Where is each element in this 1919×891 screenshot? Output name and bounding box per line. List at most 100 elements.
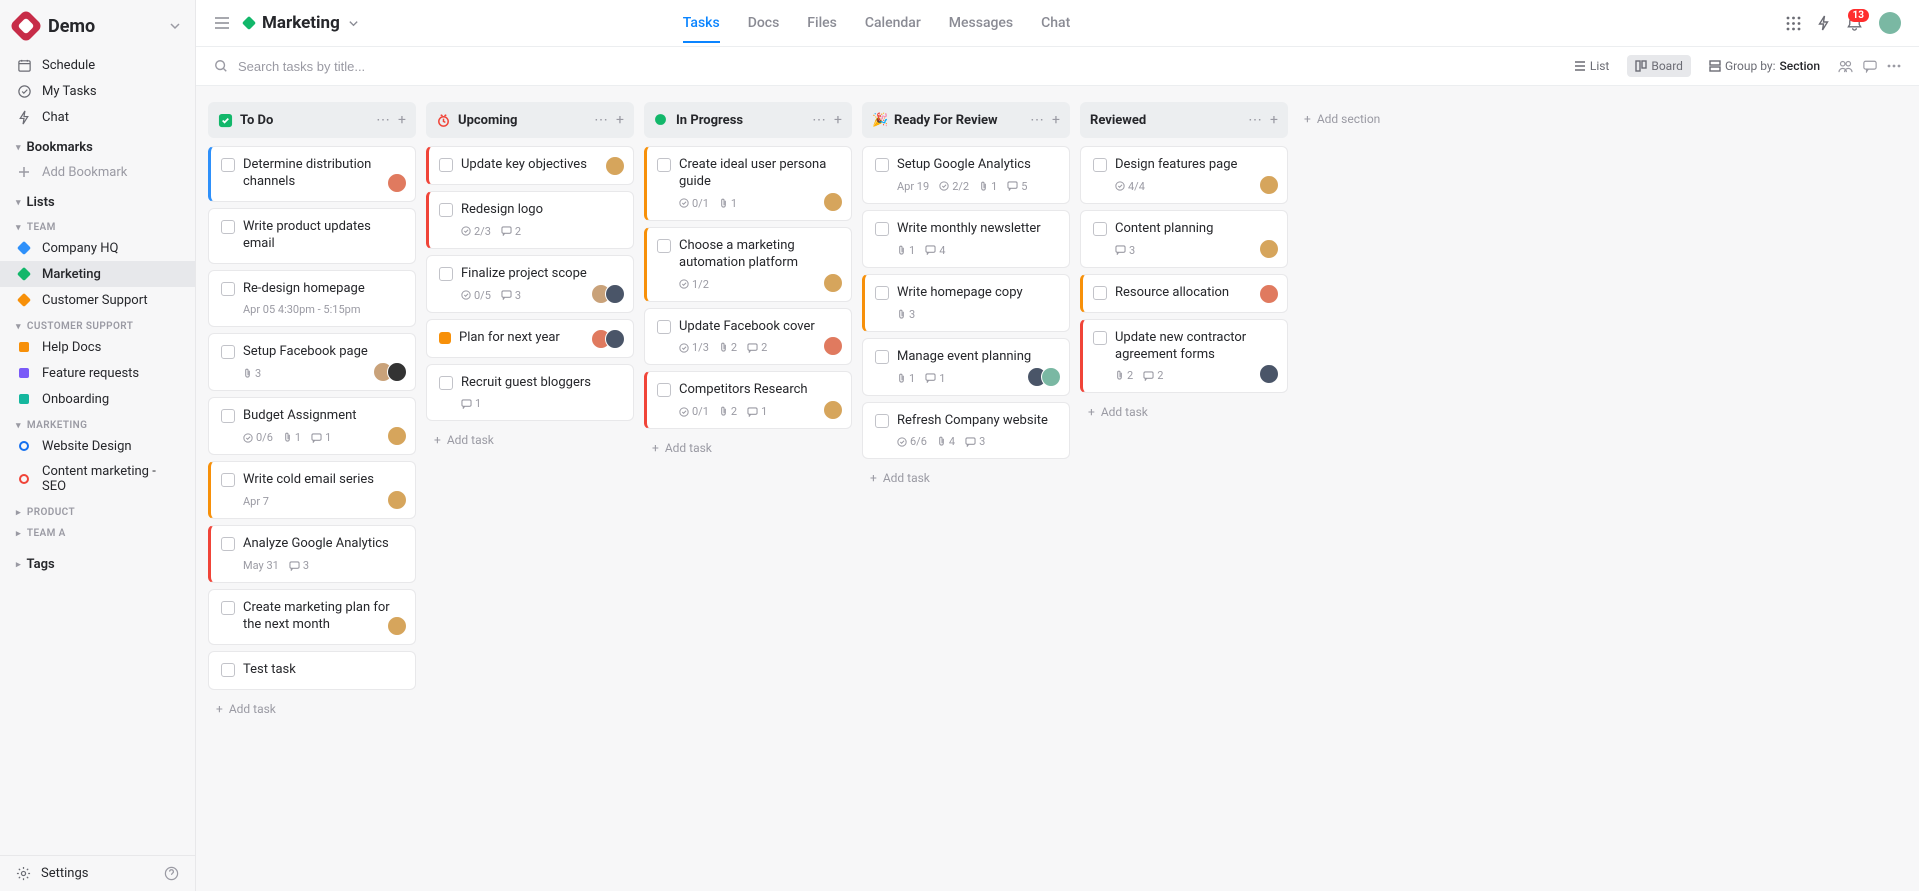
assignee-avatar[interactable] xyxy=(387,173,407,193)
assignee-avatar[interactable] xyxy=(605,156,625,176)
add-task-button[interactable]: +Add task xyxy=(1080,399,1288,425)
bookmarks-section[interactable]: ▾Bookmarks xyxy=(0,130,195,159)
chat-icon[interactable] xyxy=(1863,60,1877,73)
tab-calendar[interactable]: Calendar xyxy=(865,3,921,43)
sidebar-list-item[interactable]: Company HQ xyxy=(0,235,195,261)
task-card[interactable]: Create ideal user persona guide0/11 xyxy=(644,146,852,221)
task-checkbox[interactable] xyxy=(221,220,235,234)
workspace-switcher[interactable]: Demo xyxy=(0,0,195,48)
assignee-avatar[interactable] xyxy=(387,616,407,636)
task-card[interactable]: Write cold email seriesApr 7 xyxy=(208,461,416,519)
user-avatar[interactable] xyxy=(1879,12,1901,34)
assignee-avatar[interactable] xyxy=(1259,364,1279,384)
task-checkbox[interactable] xyxy=(875,414,889,428)
sidebar-list-item[interactable]: Customer Support xyxy=(0,287,195,313)
task-checkbox[interactable] xyxy=(657,158,671,172)
assignee-avatar[interactable] xyxy=(605,329,625,349)
task-card[interactable]: Setup Facebook page3 xyxy=(208,333,416,391)
task-card[interactable]: Redesign logo2/32 xyxy=(426,191,634,249)
bolt-icon[interactable] xyxy=(1817,15,1830,31)
sidebar-list-item[interactable]: Website Design xyxy=(0,433,195,459)
view-board-button[interactable]: Board xyxy=(1627,55,1691,77)
lists-section[interactable]: ▾Lists xyxy=(0,185,195,214)
column-more-icon[interactable]: ⋯ xyxy=(1248,112,1262,128)
task-checkbox[interactable] xyxy=(657,383,671,397)
sidebar-group[interactable]: ▾TEAM xyxy=(0,214,195,235)
sidebar-group[interactable]: ▾CUSTOMER SUPPORT xyxy=(0,313,195,334)
column-add-icon[interactable]: + xyxy=(616,112,624,128)
task-card[interactable]: Update key objectives xyxy=(426,146,634,185)
task-checkbox[interactable] xyxy=(221,537,235,551)
task-card[interactable]: Write monthly newsletter14 xyxy=(862,210,1070,268)
sidebar-group[interactable]: ▸PRODUCT xyxy=(0,499,195,520)
task-checkbox[interactable] xyxy=(221,473,235,487)
task-card[interactable]: Determine distribution channels xyxy=(208,146,416,202)
task-card[interactable]: Plan for next year xyxy=(426,319,634,358)
sidebar-list-item[interactable]: Feature requests xyxy=(0,360,195,386)
task-checkbox[interactable] xyxy=(1093,158,1107,172)
members-icon[interactable] xyxy=(1838,60,1853,73)
task-card[interactable]: Finalize project scope0/53 xyxy=(426,255,634,313)
assignee-avatar[interactable] xyxy=(1259,239,1279,259)
task-checkbox[interactable] xyxy=(221,158,235,172)
column-header[interactable]: 🎉Ready For Review⋯+ xyxy=(862,102,1070,138)
column-header[interactable]: In Progress⋯+ xyxy=(644,102,852,138)
sidebar-list-item[interactable]: Help Docs xyxy=(0,334,195,360)
help-icon[interactable] xyxy=(164,866,179,881)
add-task-button[interactable]: +Add task xyxy=(208,696,416,722)
assignee-avatar[interactable] xyxy=(1259,284,1279,304)
task-checkbox[interactable] xyxy=(439,267,453,281)
task-checkbox[interactable] xyxy=(875,350,889,364)
project-selector[interactable]: Marketing xyxy=(244,13,359,33)
tab-messages[interactable]: Messages xyxy=(949,3,1013,43)
column-more-icon[interactable]: ⋯ xyxy=(376,112,390,128)
task-card[interactable]: Refresh Company website6/643 xyxy=(862,402,1070,460)
task-checkbox[interactable] xyxy=(1093,331,1107,345)
add-section-button[interactable]: +Add section xyxy=(1298,102,1386,126)
task-checkbox[interactable] xyxy=(221,345,235,359)
sidebar-nav-chat[interactable]: Chat xyxy=(0,104,195,130)
sidebar-nav-my tasks[interactable]: My Tasks xyxy=(0,78,195,104)
groupby-button[interactable]: Group by: Section xyxy=(1701,55,1828,77)
task-card[interactable]: Content planning3 xyxy=(1080,210,1288,268)
column-header[interactable]: Upcoming⋯+ xyxy=(426,102,634,138)
assignee-avatar[interactable] xyxy=(823,192,843,212)
tab-chat[interactable]: Chat xyxy=(1041,3,1070,43)
column-more-icon[interactable]: ⋯ xyxy=(812,112,826,128)
task-card[interactable]: Write product updates email xyxy=(208,208,416,264)
task-card[interactable]: Setup Google AnalyticsApr 192/215 xyxy=(862,146,1070,204)
view-list-button[interactable]: List xyxy=(1566,55,1618,77)
sidebar-group[interactable]: ▾MARKETING xyxy=(0,412,195,433)
assignee-avatar[interactable] xyxy=(823,400,843,420)
assignee-avatar[interactable] xyxy=(1259,175,1279,195)
task-card[interactable]: Analyze Google AnalyticsMay 313 xyxy=(208,525,416,583)
settings-link[interactable]: Settings xyxy=(41,866,88,881)
task-checkbox[interactable] xyxy=(875,222,889,236)
notifications-button[interactable]: 13 xyxy=(1846,15,1863,32)
task-checkbox[interactable] xyxy=(1093,222,1107,236)
task-card[interactable]: Update Facebook cover1/322 xyxy=(644,308,852,366)
search-input[interactable] xyxy=(238,59,498,74)
task-card[interactable]: Recruit guest bloggers1 xyxy=(426,364,634,422)
task-card[interactable]: Manage event planning11 xyxy=(862,338,1070,396)
column-add-icon[interactable]: + xyxy=(834,112,842,128)
task-checkbox[interactable] xyxy=(439,203,453,217)
task-checkbox[interactable] xyxy=(657,320,671,334)
task-checkbox[interactable] xyxy=(221,663,235,677)
task-checkbox[interactable] xyxy=(439,376,453,390)
task-card[interactable]: Competitors Research0/121 xyxy=(644,371,852,429)
task-card[interactable]: Write homepage copy3 xyxy=(862,274,1070,332)
assignee-avatar[interactable] xyxy=(1041,367,1061,387)
task-card[interactable]: Choose a marketing automation platform1/… xyxy=(644,227,852,302)
add-bookmark[interactable]: Add Bookmark xyxy=(0,159,195,185)
more-icon[interactable] xyxy=(1887,64,1901,68)
column-more-icon[interactable]: ⋯ xyxy=(1030,112,1044,128)
assignee-avatar[interactable] xyxy=(823,273,843,293)
column-more-icon[interactable]: ⋯ xyxy=(594,112,608,128)
column-header[interactable]: Reviewed⋯+ xyxy=(1080,102,1288,138)
column-add-icon[interactable]: + xyxy=(1270,112,1278,128)
task-card[interactable]: Budget Assignment0/611 xyxy=(208,397,416,455)
task-checkbox[interactable] xyxy=(1093,286,1107,300)
column-header[interactable]: To Do⋯+ xyxy=(208,102,416,138)
tab-files[interactable]: Files xyxy=(807,3,837,43)
